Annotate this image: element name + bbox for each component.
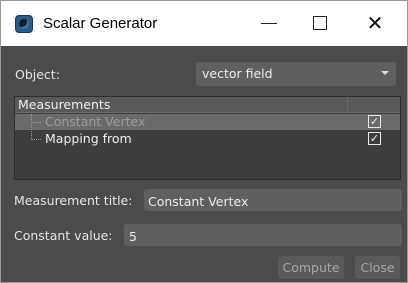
tree-row-mapping-from[interactable]: Mapping from ✓ [15, 131, 400, 147]
object-dropdown-value: vector field [202, 66, 273, 81]
maximize-button[interactable] [298, 1, 344, 46]
tree-row-label: Mapping from [45, 131, 132, 146]
minimize-icon [261, 23, 277, 24]
measurements-tree[interactable]: Measurements Constant Vertex ✓ Mapping f… [14, 96, 401, 180]
tree-header-label: Measurements [18, 97, 111, 112]
tree-header: Measurements [15, 97, 400, 113]
tree-branch-connector [32, 139, 41, 141]
constant-value-label: Constant value: [14, 228, 113, 243]
minimize-button[interactable] [247, 1, 293, 46]
app-logo-icon [15, 15, 33, 33]
tree-header-column[interactable]: Measurements [15, 97, 348, 112]
measurement-title-label: Measurement title: [14, 193, 133, 208]
close-icon: ✕ [366, 11, 384, 35]
close-window-button[interactable]: ✕ [352, 1, 398, 46]
close-button[interactable]: Close [355, 256, 400, 279]
checkbox-mapping-from[interactable]: ✓ [368, 132, 381, 145]
scalar-generator-window: Scalar Generator ✕ Object: vector field … [0, 0, 408, 283]
object-label: Object: [15, 67, 60, 82]
chevron-down-icon [381, 71, 389, 75]
tree-row-constant-vertex[interactable]: Constant Vertex ✓ [15, 114, 400, 130]
checkbox-constant-vertex[interactable]: ✓ [368, 115, 381, 128]
compute-button[interactable]: Compute [278, 256, 344, 279]
title-bar[interactable]: Scalar Generator ✕ [1, 1, 407, 46]
maximize-icon [313, 16, 327, 30]
tree-branch-connector [32, 122, 41, 124]
measurement-title-input[interactable] [144, 189, 402, 211]
check-icon: ✓ [369, 115, 380, 128]
check-icon: ✓ [369, 132, 380, 145]
tree-row-label: Constant Vertex [45, 114, 146, 129]
window-title: Scalar Generator [43, 15, 158, 32]
constant-value-input[interactable] [124, 224, 402, 246]
object-dropdown[interactable]: vector field [196, 62, 396, 86]
